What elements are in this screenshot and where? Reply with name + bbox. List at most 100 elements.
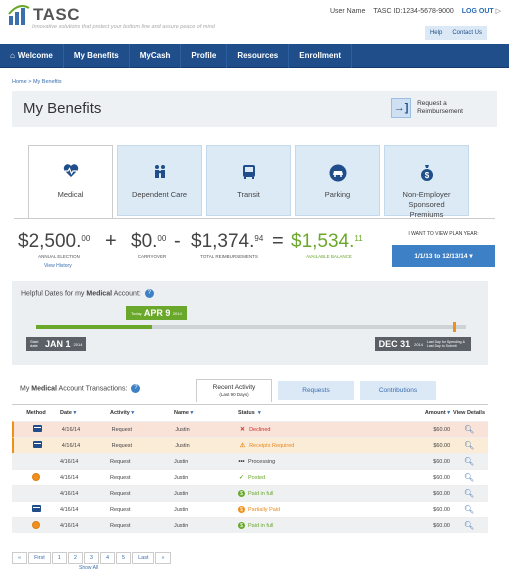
tab-non-employer-premiums[interactable]: $ Non-Employer Sponsored Premiums bbox=[384, 145, 469, 219]
sort-icon: ▾ bbox=[190, 410, 194, 416]
date-cell: 4/16/14 bbox=[60, 490, 79, 497]
magnifier-icon[interactable]: 🔍︎ bbox=[464, 505, 474, 514]
nav-welcome[interactable]: ⌂ Welcome bbox=[0, 43, 64, 68]
magnifier-icon[interactable]: 🔍︎ bbox=[464, 457, 474, 466]
breadcrumb[interactable]: Home > My Benefits bbox=[0, 68, 509, 91]
magnifier-icon[interactable]: 🔍︎ bbox=[464, 425, 474, 434]
start-date-marker: Start date JAN 1 2014 bbox=[26, 337, 87, 351]
col-date[interactable]: Date ▾ bbox=[60, 410, 110, 416]
tab-recent-activity[interactable]: Recent Activity (Last 90 Days) bbox=[196, 379, 272, 402]
help-link[interactable]: Help bbox=[425, 26, 447, 40]
view-history-link[interactable]: View History bbox=[44, 263, 72, 269]
magnifier-icon[interactable]: 🔍︎ bbox=[464, 473, 474, 482]
status-label[interactable]: Receipts Required bbox=[249, 443, 294, 449]
date-cell: 4/16/14 bbox=[61, 442, 81, 449]
contact-link[interactable]: Contact Us bbox=[447, 26, 487, 40]
status-cell: $ Paid in full bbox=[238, 522, 388, 529]
table-row: 4/16/14 Request Justin ✓ Posted $60.00 🔍︎ bbox=[12, 469, 488, 485]
logout-link[interactable]: LOG OUT ▷ bbox=[462, 7, 501, 15]
card-icon bbox=[33, 425, 43, 432]
col-name[interactable]: Name ▾ bbox=[174, 410, 238, 416]
col-activity[interactable]: Activity ▾ bbox=[110, 410, 174, 416]
activity-cell: Request bbox=[110, 506, 131, 513]
name-cell: Justin bbox=[174, 506, 189, 513]
nav-profile[interactable]: Profile bbox=[181, 43, 228, 68]
pager-item[interactable]: 5 bbox=[116, 552, 132, 564]
dollar-circle-icon: $ bbox=[238, 522, 245, 529]
carryover-label: CARRYOVER bbox=[137, 254, 167, 259]
pager-item[interactable]: » bbox=[155, 552, 171, 564]
view-details-cell: 🔍︎ bbox=[450, 473, 488, 482]
nav-my-benefits[interactable]: My Benefits bbox=[64, 43, 130, 68]
plan-year-dropdown[interactable]: 1/1/13 to 12/13/14 ▾ bbox=[392, 245, 495, 267]
tab-requests[interactable]: Requests bbox=[278, 381, 354, 400]
tab-dependent-care[interactable]: Dependent Care bbox=[117, 145, 202, 216]
col-amount[interactable]: Amount ▾ bbox=[388, 410, 450, 416]
top-bar: TASC Innovative solutions that protect y… bbox=[0, 0, 509, 44]
minus-operator: - bbox=[174, 230, 181, 252]
caret-down-icon: ▾ bbox=[469, 253, 473, 260]
tab-transit[interactable]: Transit bbox=[206, 145, 291, 216]
name-cell: Justin bbox=[174, 458, 189, 465]
status-cell: ••• Processing bbox=[238, 458, 388, 465]
pager-item[interactable]: 3 bbox=[83, 552, 99, 564]
page-title-bar: My Benefits →] Request a Reimbursement bbox=[12, 91, 497, 127]
family-icon bbox=[118, 164, 201, 180]
name-cell: Justin bbox=[175, 426, 190, 433]
sort-icon: ▾ bbox=[73, 410, 77, 416]
magnifier-icon[interactable]: 🔍︎ bbox=[464, 441, 474, 450]
magnifier-icon[interactable]: 🔍︎ bbox=[464, 521, 474, 530]
amount-cell: $60.00 bbox=[433, 522, 450, 529]
help-question-icon[interactable]: ? bbox=[131, 384, 141, 393]
available-balance-amount: $1,534.11 bbox=[291, 231, 363, 252]
tasc-logo[interactable]: TASC bbox=[8, 4, 80, 26]
tab-medical[interactable]: Medical bbox=[28, 145, 113, 218]
equals-operator: = bbox=[272, 230, 284, 252]
home-icon: ⌂ bbox=[10, 51, 15, 60]
pager-item[interactable]: 4 bbox=[99, 552, 116, 564]
magnifier-icon[interactable]: 🔍︎ bbox=[464, 489, 474, 498]
name-cell: Justin bbox=[174, 490, 189, 497]
activity-cell: Request bbox=[110, 522, 131, 529]
amount-cell: $60.00 bbox=[433, 442, 451, 449]
help-question-icon[interactable]: ? bbox=[144, 289, 154, 298]
pager-item[interactable]: Last bbox=[132, 552, 155, 564]
logo-mark-icon bbox=[8, 4, 30, 26]
tab-contributions[interactable]: Contributions bbox=[360, 381, 436, 400]
total-reimbursements-label: TOTAL REIMBURSEMENTS bbox=[200, 254, 258, 259]
status-cell: ✕ Declined bbox=[239, 426, 388, 434]
help-bar: Help Contact Us bbox=[424, 26, 487, 40]
table-header: Method Date ▾ Activity ▾ Name ▾ Status ▾… bbox=[12, 405, 488, 421]
benefit-tabs: Medical Dependent Care Transit Parking $… bbox=[28, 145, 469, 219]
user-name: User Name bbox=[329, 7, 366, 15]
plan-year-progress-fill bbox=[36, 325, 153, 329]
show-all-link[interactable]: Show All bbox=[79, 565, 98, 571]
method-cell bbox=[12, 520, 60, 531]
plan-year-selector: I WANT TO VIEW PLAN YEAR: 1/1/13 to 12/1… bbox=[392, 227, 495, 267]
nav-enrollment[interactable]: Enrollment bbox=[289, 43, 353, 68]
pager-item[interactable]: 2 bbox=[67, 552, 83, 564]
view-details-cell: 🔍︎ bbox=[450, 521, 488, 530]
nav-resources[interactable]: Resources bbox=[227, 43, 290, 68]
svg-text:$: $ bbox=[424, 171, 429, 180]
pager-item[interactable]: First bbox=[28, 552, 51, 564]
col-status[interactable]: Status ▾ bbox=[238, 410, 388, 416]
pager-item[interactable]: 1 bbox=[51, 552, 67, 564]
table-row: 4/16/14 Request Justin $ Partially Paid $60.0… bbox=[12, 501, 488, 517]
name-cell: Justin bbox=[174, 474, 189, 481]
plan-year-progress-track bbox=[36, 325, 466, 329]
helpful-dates-panel: Helpful Dates for my Medical Account: ? … bbox=[12, 281, 488, 365]
pager-item[interactable]: « bbox=[12, 552, 28, 564]
dollar-circle-icon: $ bbox=[238, 490, 245, 497]
tab-parking[interactable]: Parking bbox=[295, 145, 380, 216]
dollar-circle-icon: $ bbox=[238, 506, 245, 513]
request-reimbursement-button[interactable]: →] Request a Reimbursement bbox=[391, 98, 463, 118]
date-cell: 4/16/14 bbox=[60, 522, 79, 529]
nav-mycash[interactable]: MyCash bbox=[130, 43, 182, 68]
bus-icon bbox=[207, 164, 290, 180]
car-icon bbox=[296, 164, 379, 182]
pagination: «First 1 2 3 4 5 Last» bbox=[12, 552, 171, 564]
today-marker: Today APR 9 2014 bbox=[126, 306, 187, 320]
money-bag-icon: $ bbox=[385, 164, 468, 181]
activity-cell: Request bbox=[111, 426, 133, 433]
